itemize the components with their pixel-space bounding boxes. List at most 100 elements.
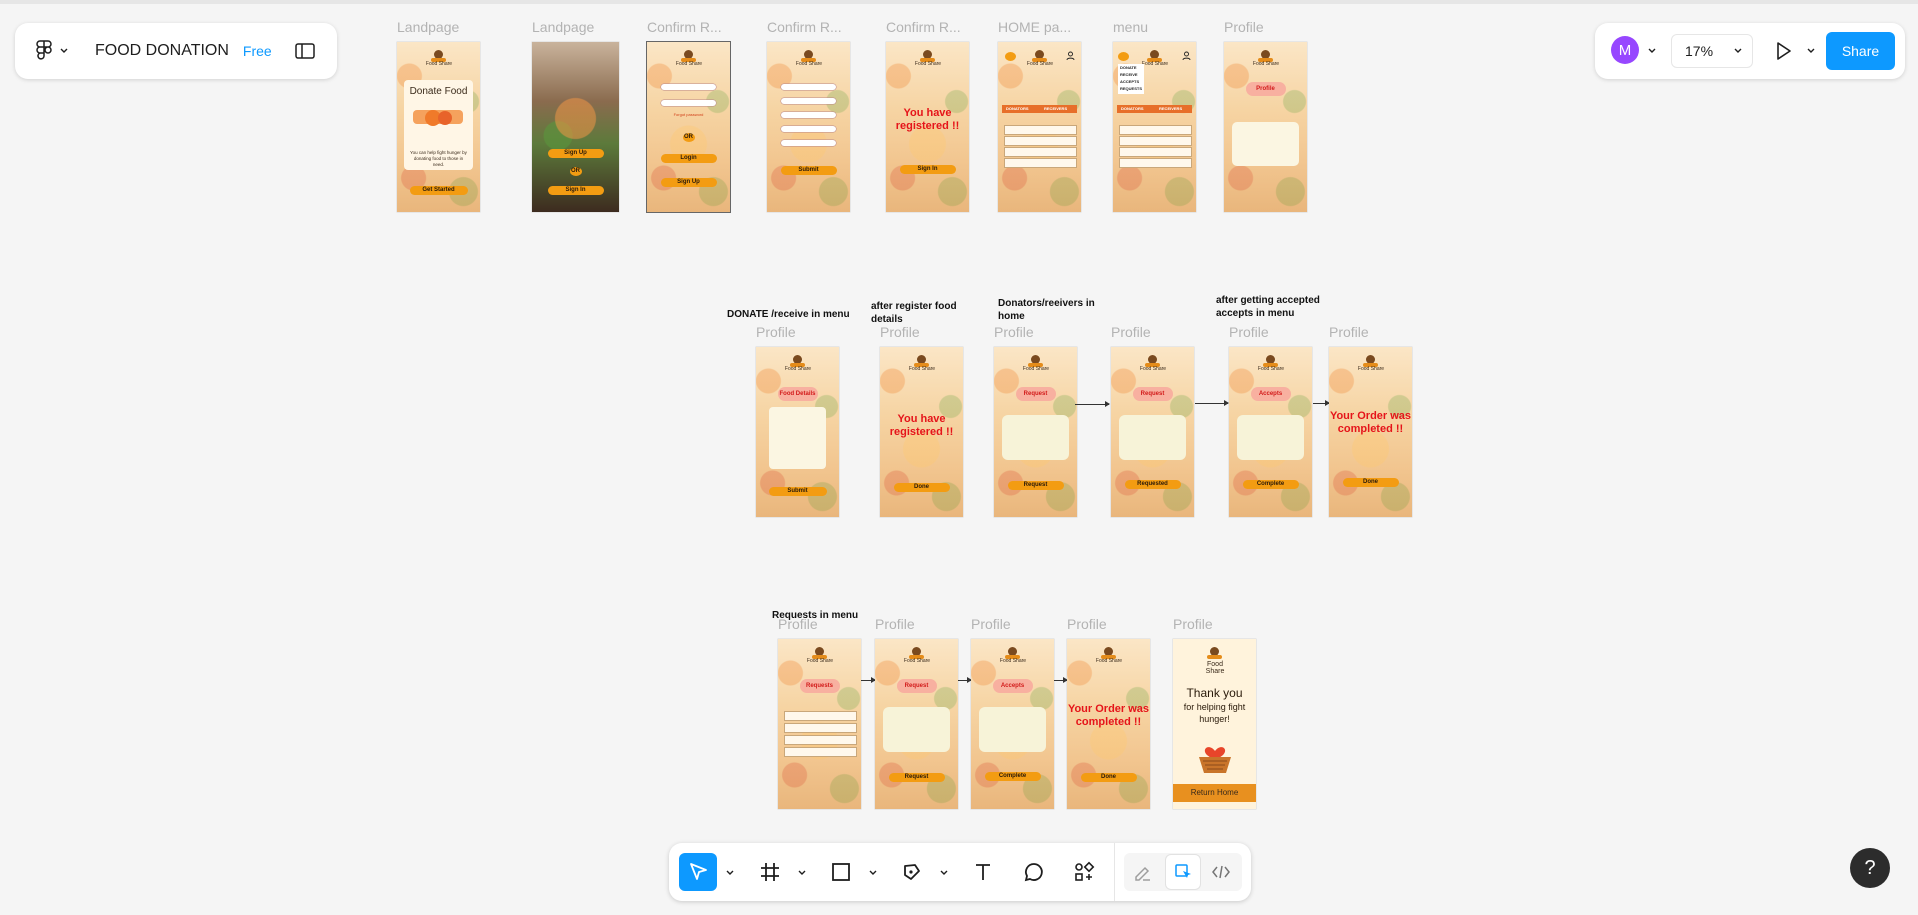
chevron-down-icon[interactable]	[1806, 47, 1816, 55]
move-tool-button[interactable]	[679, 853, 717, 891]
frame-label[interactable]: Profile	[1173, 616, 1213, 632]
logo-text: Food Share	[1141, 61, 1169, 67]
actions-tool-button[interactable]	[1065, 853, 1103, 891]
tab-receivers: RECEIVERS	[1159, 106, 1183, 111]
list-item	[784, 723, 857, 733]
food-share-logo-icon	[788, 355, 807, 375]
frame-label[interactable]: Profile	[880, 324, 920, 340]
flow-arrow[interactable]	[1313, 400, 1330, 406]
cursor-arrow-icon	[690, 863, 707, 880]
list-item	[1004, 158, 1077, 168]
menu-item-receive: RECEIVE	[1120, 72, 1138, 77]
food-details-form	[769, 407, 826, 469]
annotation-text[interactable]: after getting accepted accepts in menu	[1216, 294, 1341, 320]
share-button[interactable]: Share	[1826, 32, 1895, 70]
help-button[interactable]: ?	[1850, 848, 1890, 888]
frame-registered[interactable]: Food Share You have registered !! Done	[880, 347, 963, 517]
frame-label[interactable]: Profile	[971, 616, 1011, 632]
food-hands-icon	[413, 110, 463, 126]
frame-order-completed[interactable]: Food Share Your Order was completed !! D…	[1067, 639, 1150, 809]
frame-thank-you[interactable]: Food Share Thank you for helping fight h…	[1173, 639, 1256, 809]
annotation-text[interactable]: after register food details	[871, 300, 981, 326]
text-tool-button[interactable]	[964, 853, 1002, 891]
plan-badge[interactable]: Free	[243, 43, 272, 59]
file-name[interactable]: FOOD DONATION	[95, 42, 229, 60]
frame-label[interactable]: Confirm R...	[647, 19, 722, 35]
frame-requests[interactable]: Food Share Requests	[778, 639, 861, 809]
user-icon	[1066, 51, 1075, 61]
frame-requested[interactable]: Food Share Request Requested	[1111, 347, 1194, 517]
annotation-text[interactable]: DONATE /receive in menu	[727, 308, 850, 321]
chevron-down-icon[interactable]	[1647, 47, 1657, 55]
chevron-down-icon[interactable]	[939, 869, 949, 877]
frame-label[interactable]: Profile	[1111, 324, 1151, 340]
flow-arrow[interactable]	[1054, 677, 1068, 683]
annotation-text[interactable]: Donators/reeivers in home	[998, 297, 1116, 323]
top-border	[0, 0, 1918, 4]
frame-label[interactable]: Landpage	[532, 19, 594, 35]
avatar[interactable]: M	[1611, 36, 1639, 64]
input-field	[781, 126, 836, 132]
list-item	[784, 735, 857, 745]
main-menu-button[interactable]	[35, 40, 81, 62]
frame-accepts[interactable]: Food Share Accepts Complete	[971, 639, 1054, 809]
food-share-logo-icon	[1026, 355, 1045, 375]
frame-label[interactable]: Profile	[756, 324, 796, 340]
mode-switcher	[1124, 853, 1242, 891]
frame-profile[interactable]: Food Share Profile	[1224, 42, 1307, 212]
frame-label[interactable]: Landpage	[397, 19, 459, 35]
frame-label[interactable]: Profile	[778, 616, 818, 632]
frame-label[interactable]: HOME pa...	[998, 19, 1071, 35]
frame-order-completed[interactable]: Food Share Your Order was completed !! D…	[1329, 347, 1412, 517]
frame-confirm-2[interactable]: Food Share Submit	[767, 42, 850, 212]
text-t-icon	[976, 864, 990, 880]
sidebar-toggle-button[interactable]	[293, 39, 317, 63]
logo-text: Food Share	[1205, 661, 1225, 675]
frame-landpage-2[interactable]: Sign Up OR Sign In	[532, 42, 619, 212]
frame-label[interactable]: Profile	[994, 324, 1034, 340]
frame-request[interactable]: Food Share Request Request	[875, 639, 958, 809]
frame-home-page[interactable]: Food Share DONATORS RECEIVERS	[998, 42, 1081, 212]
frame-accepts[interactable]: Food Share Accepts Complete	[1229, 347, 1312, 517]
flow-arrow[interactable]	[861, 677, 876, 683]
frame-landpage-1[interactable]: Food Share Donate Food You can help figh…	[397, 42, 480, 212]
dev-mode-button[interactable]	[1204, 855, 1238, 889]
zoom-dropdown[interactable]: 17%	[1671, 34, 1753, 68]
play-icon[interactable]	[1771, 39, 1795, 63]
sidebar-icon	[295, 43, 315, 59]
logo-text: Food Share	[806, 658, 834, 664]
frame-label[interactable]: Profile	[1067, 616, 1107, 632]
thanks-title: Thank you	[1186, 686, 1243, 700]
frame-tool-button[interactable]	[751, 853, 789, 891]
food-share-logo-icon	[1256, 50, 1275, 70]
flow-arrow[interactable]	[1075, 401, 1110, 407]
flow-arrow[interactable]	[958, 677, 972, 683]
frame-confirm-1[interactable]: Food Share Forgot password OR Login Sign…	[647, 42, 730, 212]
chevron-down-icon[interactable]	[868, 869, 878, 877]
flow-arrow[interactable]	[1195, 400, 1229, 406]
frame-request[interactable]: Food Share Request Request	[994, 347, 1077, 517]
food-share-logo-icon	[1143, 355, 1162, 375]
chevron-down-icon[interactable]	[725, 869, 735, 877]
pen-tool-button[interactable]	[893, 853, 931, 891]
comment-tool-button[interactable]	[1015, 853, 1053, 891]
frame-label[interactable]: Confirm R...	[767, 19, 842, 35]
frame-confirm-3[interactable]: Food Share You have registered !! Sign I…	[886, 42, 969, 212]
chevron-down-icon[interactable]	[797, 869, 807, 877]
draw-mode-button[interactable]	[1126, 855, 1160, 889]
frame-label[interactable]: Profile	[1224, 19, 1264, 35]
logo-text: Food Share	[999, 658, 1027, 664]
frame-menu[interactable]: Food Share DONATE RECEIVE ACCEPTS REQUES…	[1113, 42, 1196, 212]
user-icon	[1182, 51, 1191, 61]
frame-label[interactable]: Confirm R...	[886, 19, 961, 35]
design-mode-button[interactable]	[1166, 855, 1200, 889]
shape-tool-button[interactable]	[822, 853, 860, 891]
logo-text: Food Share	[1252, 61, 1280, 67]
logo-text: Food Share	[1357, 366, 1385, 372]
frame-label[interactable]: Profile	[1229, 324, 1269, 340]
frame-food-details[interactable]: Food Share Food Details Submit	[756, 347, 839, 517]
frame-label[interactable]: Profile	[1329, 324, 1369, 340]
food-share-logo-icon	[810, 647, 829, 667]
frame-label[interactable]: menu	[1113, 19, 1148, 35]
frame-label[interactable]: Profile	[875, 616, 915, 632]
